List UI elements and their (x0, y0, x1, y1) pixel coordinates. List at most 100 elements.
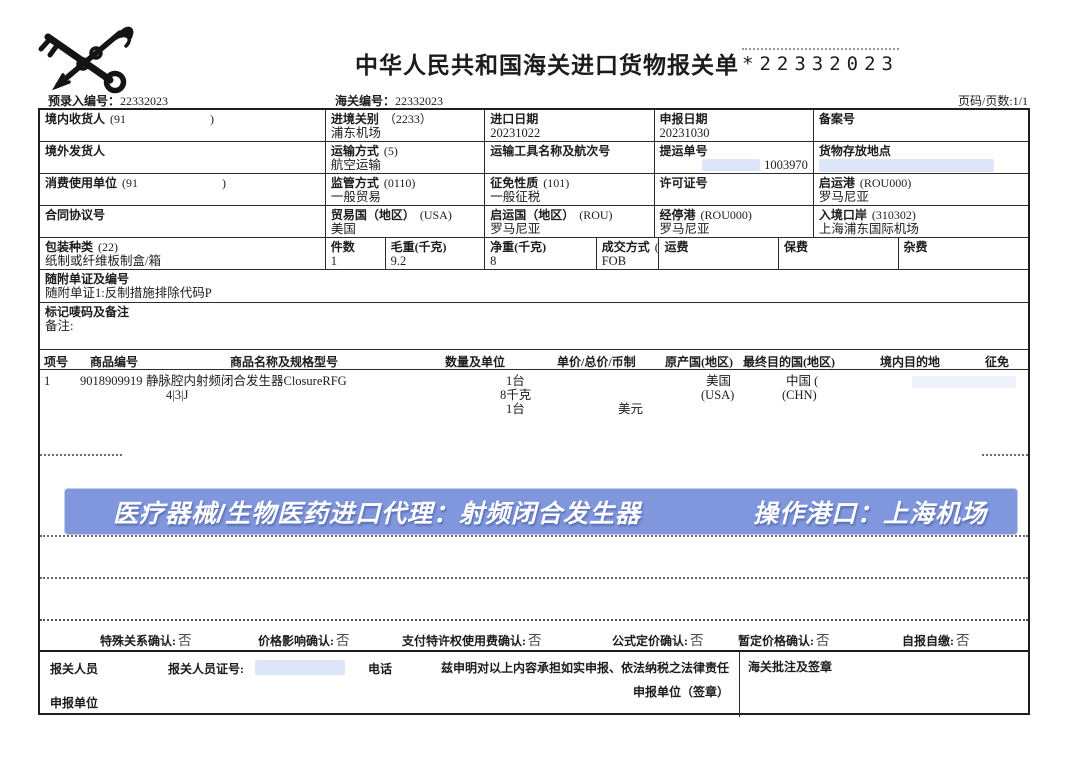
cell-value: FOB (602, 254, 654, 268)
field-transaction-terms: 成交方式(3) FOB (597, 238, 660, 270)
field-entry-port: 入境口岸(310302) 上海浦东国际机场 (814, 206, 1028, 238)
cell-value: 9.2 (391, 254, 480, 268)
cell-value: 20231030 (660, 126, 808, 140)
form-row-4: 合同协议号 贸易国（地区）(USA) 美国 启运国（地区）(ROU) 罗马尼亚 … (40, 206, 1028, 238)
cell-label: 许可证号 (660, 176, 708, 190)
confirm-value: 否 (178, 633, 192, 648)
cell-code: (ROU000) (701, 208, 752, 222)
cell-code: (ROU) (579, 208, 612, 222)
goods-origin: 美国 (706, 374, 731, 388)
pre-entry-number: 预录入编号：22332023 (48, 92, 168, 109)
redaction-box (702, 159, 760, 171)
field-import-date: 进口日期 20231022 (485, 110, 654, 142)
col-hs-code: 商品编号 (90, 353, 138, 370)
form-row-marks: 标记唛码及备注 备注: (40, 303, 1028, 350)
cell-code: (USA) (420, 208, 452, 222)
confirm-value: 否 (528, 633, 542, 648)
col-origin-country: 原产国(地区) (665, 353, 733, 370)
pre-entry-label: 预录入编号： (48, 94, 120, 108)
cell-label: 件数 (331, 240, 355, 254)
cell-label: 合同协议号 (45, 208, 105, 222)
cell-code: (22) (98, 240, 118, 254)
field-supervision-mode: 监管方式(0110) 一般贸易 (326, 174, 485, 206)
confirm-label: 自报自缴: (902, 634, 954, 648)
customs-notes-label: 海关批注及签章 (748, 658, 832, 675)
field-record-number: 备案号 (814, 110, 1028, 142)
cell-label: 运输方式 (331, 144, 379, 158)
cell-label: 境外发货人 (45, 144, 105, 158)
field-consignee: 境内收货人(91) (40, 110, 326, 142)
confirmations-row: 特殊关系确认:否 价格影响确认:否 支付特许权使用费确认:否 公式定价确认:否 … (40, 619, 1028, 650)
statement-text: 兹申明对以上内容承担如实申报、依法纳税之法律责任 (441, 659, 729, 676)
field-trade-country: 贸易国（地区）(USA) 美国 (326, 206, 485, 238)
col-qty-unit: 数量及单位 (445, 353, 505, 370)
confirm-value: 否 (690, 633, 704, 648)
banner-right-text: 操作港口：上海机场 (753, 494, 987, 530)
pre-entry-value: 22332023 (120, 94, 168, 108)
form-row-documents: 随附单证及编号 随附单证1:反制措施排除代码P (40, 270, 1028, 303)
confirm-provisional-price: 暂定价格确认:否 (738, 629, 830, 649)
form-row-3: 消费使用单位(91) 监管方式(0110) 一般贸易 征免性质(101) 一般征… (40, 174, 1028, 206)
document-title: 中华人民共和国海关进口货物报关单 (355, 46, 739, 80)
field-gross-weight: 毛重(千克) 9.2 (386, 238, 486, 270)
confirm-value: 否 (956, 633, 970, 648)
cell-code: (310302) (872, 208, 916, 222)
field-departure-country: 启运国（地区）(ROU) 罗马尼亚 (485, 206, 654, 238)
footer-section: 报关人员 报关人员证号: 电话 兹申明对以上内容承担如实申报、依法纳税之法律责任… (40, 650, 1028, 717)
field-consumer-unit: 消费使用单位(91) (40, 174, 326, 206)
field-exemption-nature: 征免性质 (101) 一般征税 (485, 174, 654, 206)
cell-label: 入境口岸 (819, 208, 867, 222)
dotted-separator (40, 577, 1028, 579)
customs-declaration-document: 中华人民共和国海关进口货物报关单 *22332023 预录入编号：2233202… (0, 0, 1080, 763)
cell-value: 20231022 (490, 126, 648, 140)
customs-notes-box: 海关批注及签章 (740, 652, 1028, 717)
dotted-separator (40, 535, 1028, 537)
goods-currency: 美元 (618, 402, 643, 416)
goods-detail-area: 1 9018909919 静脉腔内射频闭合发生器ClosureRFG 4|3|J… (40, 370, 1028, 619)
customs-number-label: 海关编号： (335, 94, 395, 108)
cell-label: 监管方式 (331, 176, 379, 190)
field-bill-of-lading: 提运单号 1003970 (655, 142, 814, 174)
goods-qty-1: 1台 (506, 374, 525, 388)
cell-value: 航空运输 (331, 158, 479, 172)
declare-unit-label: 申报单位 (50, 694, 98, 711)
dotted-separator (40, 454, 122, 456)
field-net-weight: 净重(千克) 8 (485, 238, 597, 270)
watermark-banner: 医疗器械/生物医药进口代理：射频闭合发生器 操作港口：上海机场 (65, 489, 1017, 534)
cell-tail: ) (222, 176, 226, 190)
field-vessel-voyage: 运输工具名称及航次号 (485, 142, 654, 174)
field-package-count: 件数 1 (326, 238, 386, 270)
confirm-value: 否 (336, 633, 350, 648)
barcode-number: *22332023 (742, 48, 899, 75)
cell-value: 一般征税 (490, 190, 648, 204)
cell-label: 杂费 (904, 240, 928, 254)
cell-label: 毛重(千克) (391, 240, 447, 254)
customs-number-value: 22332023 (395, 94, 443, 108)
field-insurance: 保费 (779, 238, 899, 270)
confirm-self-declare: 自报自缴:否 (902, 629, 970, 649)
cell-label: 征免性质 (490, 176, 538, 190)
form-row-1: 境内收货人(91) 进境关别（2233） 浦东机场 进口日期 20231022 … (40, 110, 1028, 142)
field-accompanying-documents: 随附单证及编号 随附单证1:反制措施排除代码P (40, 270, 1028, 303)
declaration-form-table: 境内收货人(91) 进境关别（2233） 浦东机场 进口日期 20231022 … (38, 108, 1030, 715)
field-declare-date: 申报日期 20231030 (655, 110, 814, 142)
cell-label: 进境关别 (331, 112, 379, 126)
cell-label: 货物存放地点 (819, 144, 891, 158)
col-exemption: 征免 (985, 353, 1009, 370)
cell-label: 备案号 (819, 112, 855, 126)
cell-label: 运输工具名称及航次号 (490, 144, 610, 158)
confirm-royalty-payment: 支付特许权使用费确认:否 (402, 629, 542, 649)
field-transport-mode: 运输方式(5) 航空运输 (326, 142, 485, 174)
cell-code: (101) (543, 176, 569, 190)
unit-seal-label: 申报单位（签章） (633, 683, 729, 700)
redaction-box (912, 376, 1016, 388)
cell-code: (0110) (384, 176, 416, 190)
cell-label: 运费 (664, 240, 688, 254)
cell-tail: ) (210, 112, 214, 126)
col-dest-country: 最终目的国(地区) (743, 353, 835, 370)
cell-value: 纸制或纤维板制盒/箱 (45, 254, 320, 268)
cell-value: 美国 (331, 222, 479, 236)
page-indicator: 页码/页数:1/1 (958, 92, 1028, 109)
cell-label: 经停港 (660, 208, 696, 222)
cell-label: 启运港 (819, 176, 855, 190)
